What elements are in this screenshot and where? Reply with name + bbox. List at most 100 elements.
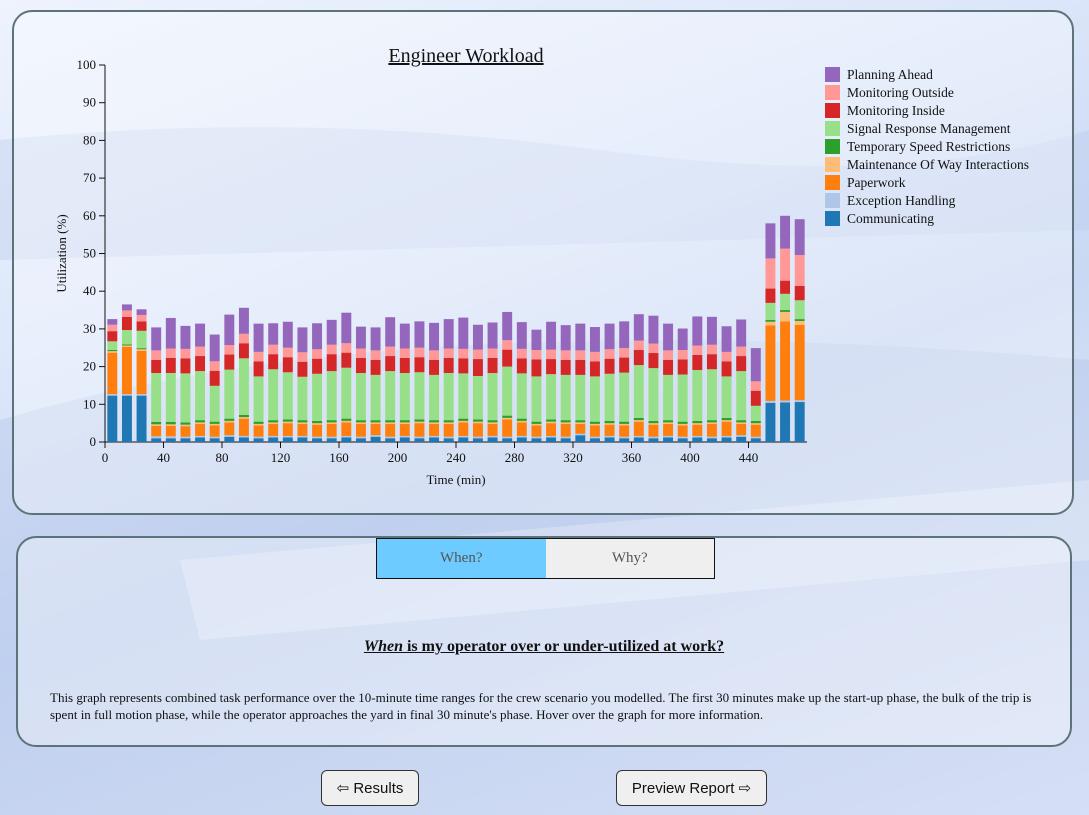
bar-segment	[414, 421, 425, 424]
legend-swatch	[825, 211, 840, 226]
tab-why[interactable]: Why?	[545, 539, 714, 578]
bar-segment	[575, 435, 586, 442]
bar-segment	[238, 414, 249, 418]
bar-segment	[136, 314, 147, 322]
bar-segment	[414, 423, 425, 437]
bar-segment	[121, 316, 132, 331]
bar-segment	[648, 353, 659, 369]
bar-segment	[253, 361, 264, 377]
bar-segment	[107, 350, 118, 352]
x-tick-label: 360	[622, 450, 642, 465]
bar-segment	[180, 426, 191, 437]
bar-segment	[136, 330, 147, 349]
bar-segment	[633, 420, 644, 422]
bar-segment	[355, 420, 366, 423]
bar-segment	[209, 436, 220, 439]
bar-segment	[750, 424, 761, 437]
bar-segment	[224, 345, 235, 355]
bar-segment	[268, 344, 279, 355]
bar-segment	[121, 310, 132, 317]
bar-segment	[692, 420, 703, 424]
bar-segment	[195, 420, 206, 423]
x-tick-label: 320	[563, 450, 583, 465]
bar-segment	[107, 331, 118, 342]
bar-segment	[136, 350, 147, 395]
bar-segment	[312, 373, 323, 421]
bar-segment	[604, 424, 615, 436]
bar-segment	[546, 435, 557, 438]
bar-segment	[180, 438, 191, 442]
bar-segment	[502, 366, 513, 416]
bar-segment	[663, 437, 674, 442]
bar-segment	[589, 421, 600, 424]
legend-swatch	[825, 121, 840, 136]
bar-segment	[648, 438, 659, 442]
bar-segment	[195, 437, 206, 442]
bar-segment	[560, 325, 571, 351]
bar-segment	[297, 327, 308, 353]
bar-segment	[385, 422, 396, 424]
bar-segment	[312, 424, 323, 437]
bar-segment	[253, 376, 264, 422]
legend-swatch	[825, 67, 840, 82]
bar-segment	[326, 436, 337, 439]
bar-segment	[516, 420, 527, 423]
bar-segment	[355, 423, 366, 437]
bar-segment	[341, 422, 352, 436]
bar-segment	[165, 373, 176, 423]
bar-segment	[516, 322, 527, 349]
bar-segment	[107, 319, 118, 325]
bar-segment	[531, 425, 542, 437]
bar-segment	[209, 385, 220, 422]
bar-segment	[692, 435, 703, 438]
bar-segment	[341, 418, 352, 421]
tab-when[interactable]: When?	[377, 539, 546, 578]
bar-segment	[224, 369, 235, 419]
bar-segment	[312, 358, 323, 374]
bar-segment	[692, 423, 703, 425]
x-tick-label: 120	[271, 450, 291, 465]
bar-segment	[780, 402, 791, 442]
preview-report-button[interactable]: Preview Report ⇨	[616, 770, 767, 806]
bar-segment	[589, 351, 600, 362]
legend-label: Communicating	[847, 211, 934, 226]
bar-segment	[180, 358, 191, 374]
bar-segment	[589, 436, 600, 439]
bar-segment	[165, 436, 176, 439]
bar-segment	[312, 436, 323, 439]
bar-segment	[794, 319, 805, 321]
bar-segment	[721, 417, 732, 421]
bar-segment	[370, 436, 381, 442]
tab-bar: When? Why?	[376, 538, 715, 579]
bar-segment	[560, 422, 571, 424]
bar-segment	[312, 423, 323, 425]
bar-segment	[531, 423, 542, 426]
bar-segment	[443, 423, 454, 437]
bar-segment	[648, 315, 659, 344]
bar-segment	[414, 438, 425, 442]
bar-segment	[677, 328, 688, 351]
bar-segment	[589, 327, 600, 352]
bar-segment	[575, 420, 586, 423]
bar-segment	[224, 436, 235, 442]
bar-segment	[209, 370, 220, 386]
bar-segment	[385, 423, 396, 437]
workload-chart[interactable]: Engineer Workload 0 10 20 30 40 50 60 70 80 90 100 0…	[14, 12, 1072, 513]
bar-segment	[165, 357, 176, 374]
bar-segment	[341, 367, 352, 419]
bar-segment	[165, 438, 176, 442]
bar-segment	[282, 419, 293, 422]
results-button[interactable]: ⇦ Results	[321, 770, 419, 806]
bar-segment	[443, 420, 454, 423]
bar-segment	[560, 423, 571, 437]
bar-segment	[706, 436, 717, 439]
bar-segment	[282, 421, 293, 424]
bar-segment	[692, 345, 703, 355]
bar-segment	[414, 419, 425, 422]
bar-segment	[121, 344, 132, 346]
bar-segment	[136, 395, 147, 442]
bar-segment	[575, 423, 586, 434]
bar-segment	[633, 365, 644, 418]
bar-segment	[516, 348, 527, 359]
bar-segment	[721, 435, 732, 438]
